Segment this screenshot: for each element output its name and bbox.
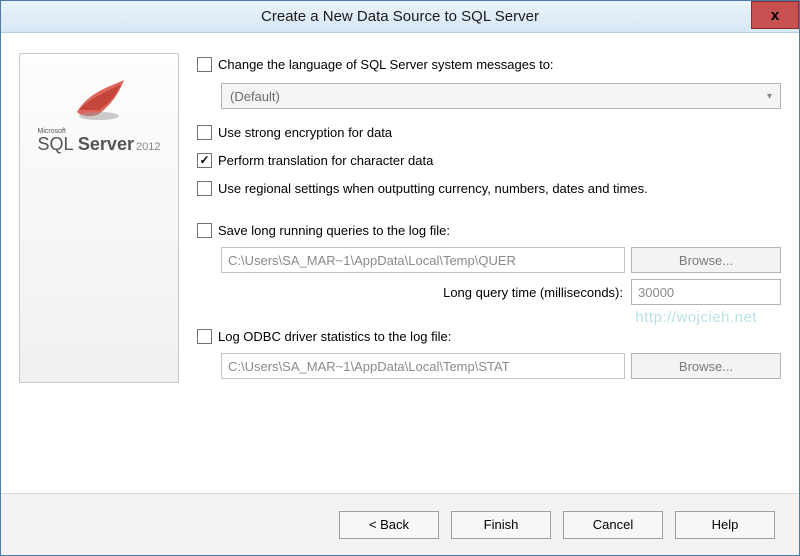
log-odbc-row: Log ODBC driver statistics to the log fi… (197, 325, 781, 347)
sql-server-logo-icon (69, 72, 129, 122)
log-odbc-checkbox[interactable] (197, 329, 212, 344)
dialog-footer: < Back Finish Cancel Help (1, 493, 799, 555)
change-language-row: Change the language of SQL Server system… (197, 53, 781, 75)
perform-translation-row: Perform translation for character data (197, 149, 781, 171)
language-select-row: (Default) ▾ (197, 81, 781, 115)
brand-year: 2012 (136, 141, 160, 153)
odbc-path-input[interactable]: C:\Users\SA_MAR~1\AppData\Local\Temp\STA… (221, 353, 625, 379)
language-select-value: (Default) (230, 89, 280, 104)
regional-settings-checkbox[interactable] (197, 181, 212, 196)
long-query-browse-button[interactable]: Browse... (631, 247, 781, 273)
close-icon: x (771, 7, 779, 24)
dialog-body: Microsoft SQL Server2012 http://wojcieh.… (1, 33, 799, 493)
strong-encryption-label: Use strong encryption for data (218, 125, 392, 140)
strong-encryption-row: Use strong encryption for data (197, 121, 781, 143)
perform-translation-checkbox[interactable] (197, 153, 212, 168)
cancel-button[interactable]: Cancel (563, 511, 663, 539)
dialog-window: Create a New Data Source to SQL Server x… (0, 0, 800, 556)
wizard-sidebar-image: Microsoft SQL Server2012 (19, 53, 179, 383)
help-button[interactable]: Help (675, 511, 775, 539)
long-query-time-input[interactable]: 30000 (631, 279, 781, 305)
brand-sql-server: SQL Server (38, 134, 134, 154)
window-title: Create a New Data Source to SQL Server (1, 8, 799, 25)
perform-translation-label: Perform translation for character data (218, 153, 433, 168)
strong-encryption-checkbox[interactable] (197, 125, 212, 140)
finish-button[interactable]: Finish (451, 511, 551, 539)
log-odbc-label: Log ODBC driver statistics to the log fi… (218, 329, 451, 344)
save-long-queries-row: Save long running queries to the log fil… (197, 219, 781, 241)
regional-settings-row: Use regional settings when outputting cu… (197, 177, 781, 199)
close-button[interactable]: x (751, 1, 799, 29)
long-query-time-row: Long query time (milliseconds): 30000 (197, 279, 781, 305)
back-button[interactable]: < Back (339, 511, 439, 539)
save-long-queries-label: Save long running queries to the log fil… (218, 223, 450, 238)
save-long-queries-checkbox[interactable] (197, 223, 212, 238)
form-area: http://wojcieh.net Change the language o… (197, 53, 781, 483)
regional-settings-label: Use regional settings when outputting cu… (218, 181, 648, 196)
sql-server-brand-text: Microsoft SQL Server2012 (38, 128, 161, 153)
long-query-path-row: C:\Users\SA_MAR~1\AppData\Local\Temp\QUE… (197, 247, 781, 273)
odbc-browse-button[interactable]: Browse... (631, 353, 781, 379)
titlebar: Create a New Data Source to SQL Server x (1, 1, 799, 33)
long-query-path-input[interactable]: C:\Users\SA_MAR~1\AppData\Local\Temp\QUE… (221, 247, 625, 273)
long-query-time-label: Long query time (milliseconds): (443, 285, 623, 300)
chevron-down-icon: ▾ (767, 91, 772, 102)
change-language-checkbox[interactable] (197, 57, 212, 72)
change-language-label: Change the language of SQL Server system… (218, 57, 554, 72)
language-select[interactable]: (Default) ▾ (221, 83, 781, 109)
odbc-path-row: C:\Users\SA_MAR~1\AppData\Local\Temp\STA… (197, 353, 781, 379)
